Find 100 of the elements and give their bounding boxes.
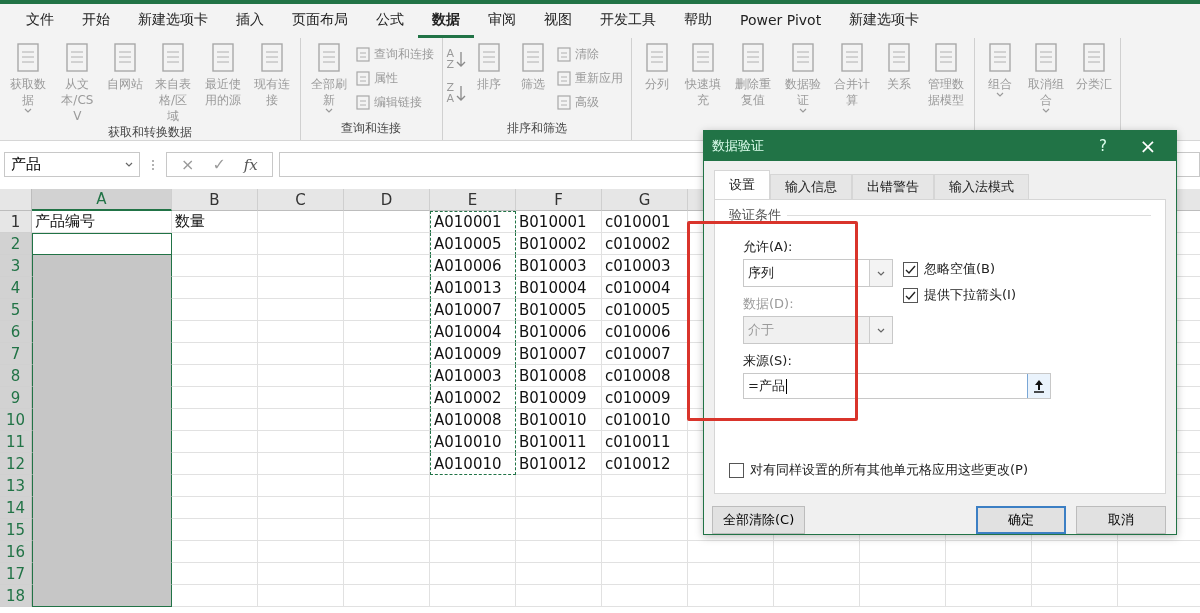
- caret-icon: [798, 108, 807, 113]
- table-cell: A010008: [430, 409, 516, 431]
- checkbox[interactable]: 提供下拉箭头(I): [903, 284, 1016, 306]
- column-header[interactable]: C: [258, 189, 344, 211]
- table-cell: c010005: [602, 299, 688, 321]
- cancel-button[interactable]: ×: [181, 155, 195, 174]
- dialog-tab[interactable]: 输入法模式: [934, 174, 1029, 199]
- row-header[interactable]: 9: [0, 387, 32, 409]
- caret-icon: [23, 108, 32, 113]
- ribbon-tab[interactable]: 公式: [362, 4, 418, 38]
- document-icon: [555, 93, 572, 111]
- row-header[interactable]: 5: [0, 299, 32, 321]
- row-header[interactable]: 4: [0, 277, 32, 299]
- column-header[interactable]: F: [516, 189, 602, 211]
- dialog-tab[interactable]: 输入信息: [770, 174, 852, 199]
- table-cell: A010010: [430, 431, 516, 453]
- ribbon-tab[interactable]: 审阅: [474, 4, 530, 38]
- grip-icon: [151, 158, 155, 171]
- row-header[interactable]: 15: [0, 519, 32, 541]
- row-header[interactable]: 1: [0, 211, 32, 233]
- row-header[interactable]: 18: [0, 585, 32, 607]
- table-cell: A010005: [430, 233, 516, 255]
- ribbon-tab[interactable]: Power Pivot: [726, 4, 836, 38]
- checkbox[interactable]: 忽略空值(B): [903, 258, 1016, 280]
- dialog-button[interactable]: 取消: [1076, 506, 1166, 534]
- caret-icon: [995, 92, 1004, 97]
- table-cell: c010010: [602, 409, 688, 431]
- ribbon-tab[interactable]: 新建选项卡: [835, 4, 934, 38]
- ribbon-tab[interactable]: 视图: [530, 4, 586, 38]
- row-header[interactable]: 10: [0, 409, 32, 431]
- column-header[interactable]: B: [172, 189, 258, 211]
- row-header[interactable]: 6: [0, 321, 32, 343]
- dialog-button[interactable]: 确定: [976, 506, 1066, 534]
- ribbon-tab[interactable]: 开始: [68, 4, 124, 38]
- group-label: 查询和连接: [340, 120, 403, 137]
- row-header[interactable]: 14: [0, 497, 32, 519]
- checkbox[interactable]: 对有同样设置的所有其他单元格应用这些更改(P): [729, 459, 1151, 481]
- table-cell: c010009: [602, 387, 688, 409]
- close-button[interactable]: ×: [1128, 134, 1168, 158]
- row-header[interactable]: 12: [0, 453, 32, 475]
- row-header[interactable]: 11: [0, 431, 32, 453]
- document-icon: [555, 69, 572, 87]
- table-cell: A010010: [430, 453, 516, 475]
- ribbon-tab[interactable]: 文件: [12, 4, 68, 38]
- ribbon-tab[interactable]: 新建选项卡: [124, 4, 222, 38]
- ribbon-tab[interactable]: 开发工具: [586, 4, 670, 38]
- down-arrow-icon: [455, 51, 466, 67]
- table-cell: A010006: [430, 255, 516, 277]
- caret-icon: [324, 108, 333, 113]
- document-icon: [354, 45, 371, 63]
- table-cell: c010008: [602, 365, 688, 387]
- source-field[interactable]: =产品: [743, 373, 1051, 399]
- row-header[interactable]: 2: [0, 233, 32, 255]
- help-button[interactable]: ?: [1078, 137, 1128, 155]
- table-cell: c010004: [602, 277, 688, 299]
- dialog-button[interactable]: 全部清除(C): [712, 506, 806, 534]
- caret-icon: [877, 327, 885, 333]
- field-label: 允许(A):: [743, 238, 794, 256]
- column-header[interactable]: E: [430, 189, 516, 211]
- table-cell: A010009: [430, 343, 516, 365]
- dialog-tab[interactable]: 出错警告: [852, 174, 934, 199]
- column-header[interactable]: D: [344, 189, 430, 211]
- caret-icon: [125, 162, 133, 167]
- table-cell: B010002: [516, 233, 602, 255]
- table-cell: 数量: [172, 211, 258, 233]
- name-box[interactable]: 产品: [4, 152, 140, 177]
- row-header[interactable]: 17: [0, 563, 32, 585]
- table-cell: c010011: [602, 431, 688, 453]
- ribbon-tab[interactable]: 帮助: [670, 4, 726, 38]
- ribbon-tab[interactable]: 页面布局: [278, 4, 362, 38]
- table-cell: c010001: [602, 211, 688, 233]
- table-cell: A010013: [430, 277, 516, 299]
- caret-icon: [1042, 108, 1051, 113]
- select-all-button[interactable]: [0, 189, 32, 211]
- dropdown[interactable]: 序列: [743, 259, 893, 287]
- row-header[interactable]: 8: [0, 365, 32, 387]
- table-cell: B010007: [516, 343, 602, 365]
- row-header[interactable]: 13: [0, 475, 32, 497]
- dialog-tab[interactable]: 设置: [714, 170, 770, 199]
- column-header[interactable]: A: [32, 189, 172, 211]
- document-icon: [354, 93, 371, 111]
- check-icon: [904, 263, 917, 275]
- row-header[interactable]: 3: [0, 255, 32, 277]
- table-cell: B010012: [516, 453, 602, 475]
- table-cell: B010011: [516, 431, 602, 453]
- document-icon: [354, 69, 371, 87]
- table-cell: B010006: [516, 321, 602, 343]
- row-header[interactable]: 7: [0, 343, 32, 365]
- enter-button[interactable]: ✓: [212, 155, 226, 174]
- column-header[interactable]: G: [602, 189, 688, 211]
- insert-function-button[interactable]: fx: [243, 155, 258, 174]
- table-cell: A010001: [430, 211, 516, 233]
- group-label: 排序和筛选: [505, 120, 568, 137]
- table-cell: A010002: [430, 387, 516, 409]
- table-cell: c010012: [602, 453, 688, 475]
- table-cell: A010007: [430, 299, 516, 321]
- check-icon: [904, 289, 917, 301]
- down-arrow-icon: [455, 85, 466, 101]
- ribbon-tab[interactable]: 插入: [222, 4, 278, 38]
- row-header[interactable]: 16: [0, 541, 32, 563]
